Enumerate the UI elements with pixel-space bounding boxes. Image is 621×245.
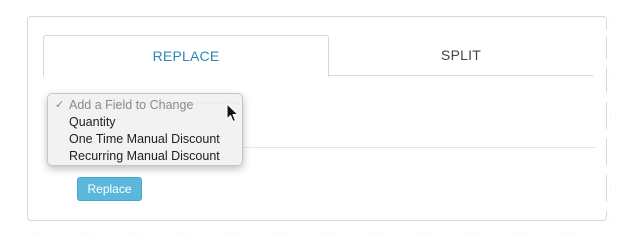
mouse-pointer-icon	[226, 103, 239, 123]
menu-item-label: Recurring Manual Discount	[69, 149, 220, 163]
tab-bar: REPLACE SPLIT	[43, 35, 593, 77]
menu-item-label: Quantity	[69, 115, 116, 129]
tab-split[interactable]: SPLIT	[329, 35, 593, 75]
field-dropdown-menu: ✓ Add a Field to Change Quantity One Tim…	[47, 93, 243, 166]
menu-item-label: One Time Manual Discount	[69, 132, 220, 146]
menu-item-quantity[interactable]: Quantity	[48, 114, 242, 131]
menu-item-label: Add a Field to Change	[69, 98, 194, 112]
menu-item-one-time-manual-discount[interactable]: One Time Manual Discount	[48, 131, 242, 148]
tab-replace[interactable]: REPLACE	[43, 35, 329, 77]
menu-item-recurring-manual-discount[interactable]: Recurring Manual Discount	[48, 148, 242, 165]
replace-button[interactable]: Replace	[77, 177, 142, 201]
page: REPLACE SPLIT Replace ✓ Add a Field to C…	[0, 0, 621, 245]
menu-item-add-field: ✓ Add a Field to Change	[48, 97, 242, 114]
checkmark-icon: ✓	[55, 99, 65, 111]
